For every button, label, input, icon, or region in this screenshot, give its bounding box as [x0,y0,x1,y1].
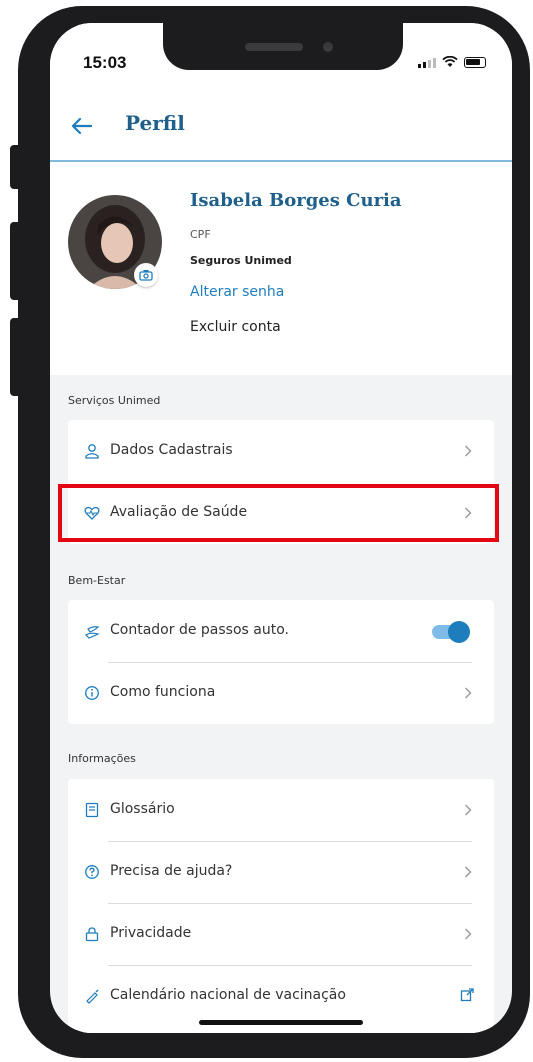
menu-item-privacidade[interactable]: Privacidade [68,903,494,965]
toggle-knob [448,621,470,643]
menu-item-label: Contador de passos auto. [110,622,289,638]
external-link-icon [460,988,474,1002]
status-time: 15:03 [83,53,127,72]
menu-item-step-counter: Contador de passos auto. [68,600,494,662]
step-counter-toggle[interactable] [430,619,470,643]
cpf-label: CPF [190,228,211,241]
menu-item-label: Calendário nacional de vacinação [110,987,346,1003]
menu-item-label: Precisa de ajuda? [110,863,233,879]
battery-icon [464,57,486,68]
insurer-name: Seguros Unimed [190,254,292,267]
status-icons [418,56,486,68]
help-icon [85,865,99,879]
chevron-right-icon [465,687,472,699]
syringe-icon [86,989,99,1004]
person-icon [85,444,99,459]
front-camera [323,42,333,52]
wellbeing-card: Contador de passos auto. Como funciona [68,600,494,724]
footsteps-icon [85,626,100,639]
info-card: Glossário Precisa de ajuda? Privacidade [68,779,494,1033]
menu-item-ajuda[interactable]: Precisa de ajuda? [68,841,494,903]
phone-side-button [10,318,20,396]
menu-item-como-funciona[interactable]: Como funciona [68,662,494,724]
phone-side-button [10,145,20,189]
highlight-box [58,484,499,542]
section-label-services: Serviços Unimed [68,394,161,407]
phone-notch [163,23,403,70]
profile-card: Isabela Borges Curia CPF Seguros Unimed … [50,162,512,375]
signal-icon [418,58,436,68]
wifi-icon [442,56,458,67]
menu-item-label: Glossário [110,801,175,817]
change-password-link[interactable]: Alterar senha [190,284,284,300]
user-name: Isabela Borges Curia [190,190,402,211]
menu-item-dados-cadastrais[interactable]: Dados Cadastrais [68,420,494,482]
home-indicator [199,1020,363,1025]
menu-item-label: Privacidade [110,925,192,941]
app-header: Perfil [50,83,512,162]
delete-account-link[interactable]: Excluir conta [190,319,281,335]
menu-item-label: Dados Cadastrais [110,442,233,458]
info-icon [85,686,99,700]
chevron-right-icon [465,804,472,816]
page-title: Perfil [125,111,185,135]
book-icon [85,802,99,818]
phone-side-button [10,222,20,300]
camera-icon[interactable] [134,263,158,287]
chevron-right-icon [465,866,472,878]
section-label-wellbeing: Bem-Estar [68,574,126,587]
lock-icon [85,927,99,942]
menu-item-glossario[interactable]: Glossário [68,779,494,841]
section-label-info: Informações [68,752,136,765]
chevron-right-icon [465,928,472,940]
back-arrow-icon[interactable] [70,117,92,135]
speaker-grille [245,43,303,51]
menu-item-label: Como funciona [110,684,216,700]
chevron-right-icon [465,445,472,457]
menu-item-vacinacao[interactable]: Calendário nacional de vacinação [68,965,494,1027]
